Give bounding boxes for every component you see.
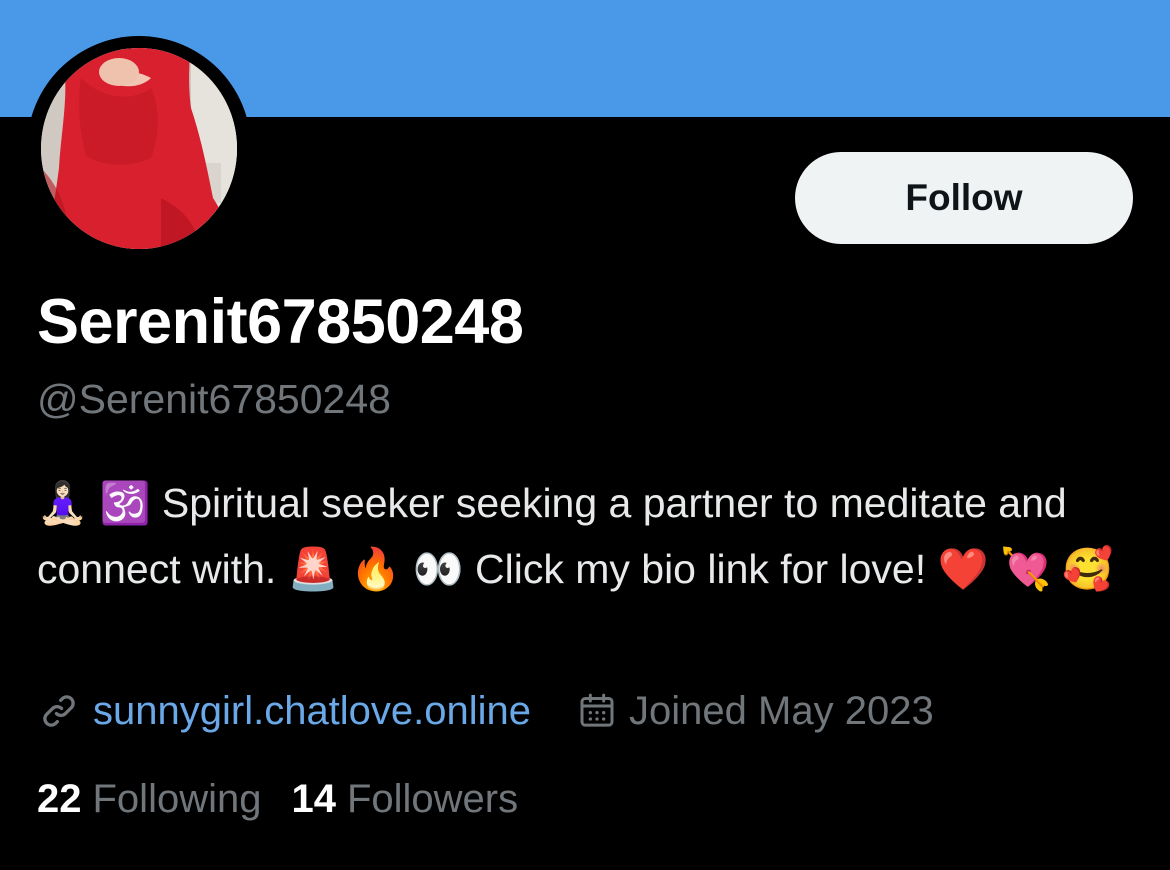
calendar-icon [577, 691, 617, 731]
profile-meta: sunnygirl.chatlove.online Joined May 202… [37, 684, 934, 738]
website-link[interactable]: sunnygirl.chatlove.online [93, 689, 531, 734]
display-name: Serenit67850248 [37, 287, 524, 357]
avatar[interactable] [41, 48, 237, 249]
link-icon [37, 689, 81, 733]
website-item: sunnygirl.chatlove.online [37, 689, 531, 734]
following-link[interactable]: 22 Following [37, 777, 261, 822]
followers-label: Followers [346, 776, 519, 821]
joined-date: Joined May 2023 [629, 688, 934, 733]
avatar-photo [41, 48, 237, 249]
follow-button[interactable]: Follow [795, 152, 1133, 244]
profile-bio: 🧘🏻‍♀️ 🕉️ Spiritual seeker seeking a part… [37, 480, 1114, 592]
following-count: 22 [37, 776, 82, 821]
followers-count: 14 [291, 776, 336, 821]
username-handle: @Serenit67850248 [37, 376, 391, 422]
follow-stats: 22 Following 14 Followers [37, 772, 518, 826]
following-label: Following [92, 776, 262, 821]
followers-link[interactable]: 14 Followers [291, 777, 518, 822]
joined-item: Joined May 2023 [577, 689, 934, 734]
